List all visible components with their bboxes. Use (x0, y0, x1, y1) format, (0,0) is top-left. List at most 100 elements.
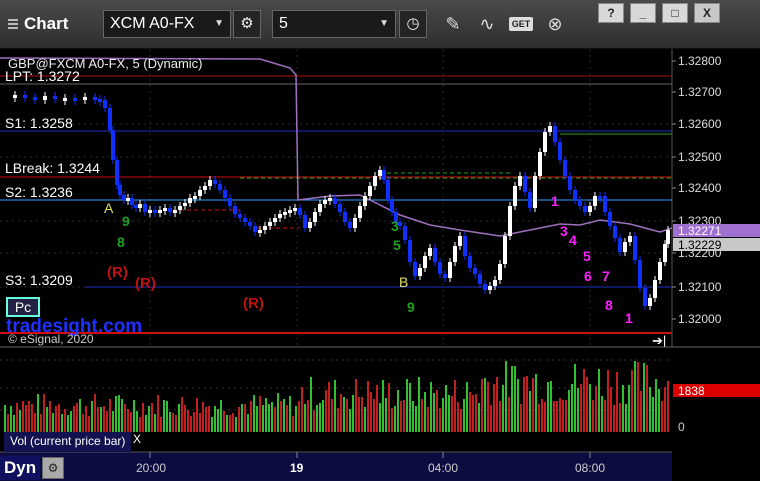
volume-bar (448, 395, 450, 432)
candle-body (613, 226, 617, 238)
volume-bar (625, 404, 627, 432)
close-circle-icon[interactable]: ⊗ (542, 12, 568, 36)
clock-button[interactable]: ◷ (399, 10, 427, 38)
volume-close-button[interactable]: X (133, 432, 141, 446)
minimize-button[interactable]: _ (630, 3, 656, 23)
chart-area[interactable]: LPT: 1.3272 S1: 1.3258 LBreak: 1.3244 S2… (0, 49, 760, 481)
candle-body (643, 288, 647, 306)
get-icon[interactable]: GET (509, 17, 533, 31)
candle-body (208, 180, 212, 186)
volume-bar (199, 413, 201, 432)
volume-bar (595, 386, 597, 432)
volume-bar (556, 401, 558, 432)
candle-body (115, 160, 119, 185)
chart-line-icon[interactable]: ∿ (474, 12, 500, 36)
interval-select[interactable]: 5 ▼ (272, 10, 396, 38)
volume-bar (97, 407, 99, 432)
candle-body (283, 212, 287, 215)
volume-bar (295, 406, 297, 432)
volume-bar (337, 408, 339, 432)
volume-bar (430, 382, 432, 432)
volume-bar (547, 382, 549, 432)
candle-body (278, 214, 282, 218)
gear-icon: ⚙ (240, 15, 254, 32)
volume-bar (163, 400, 165, 432)
volume-study-label[interactable]: Vol (current price bar) (4, 432, 132, 452)
window-title: Chart (8, 14, 68, 34)
volume-bar (160, 417, 162, 432)
candle-body (583, 206, 587, 212)
volume-bar (391, 408, 393, 432)
restore-button[interactable]: □ (662, 3, 688, 23)
volume-bar (130, 412, 132, 432)
volume-bar (349, 409, 351, 432)
volume-bar (511, 366, 513, 432)
volume-bar (124, 404, 126, 432)
volume-bar (79, 399, 81, 432)
volume-bar (643, 363, 645, 432)
help-button[interactable]: ? (598, 3, 624, 23)
interval-dropdown-icon[interactable]: ▼ (379, 11, 389, 37)
second-price-value: 1.32229 (678, 238, 722, 252)
volume-bar (187, 410, 189, 432)
candle-body (563, 160, 567, 176)
volume-bar (514, 366, 516, 432)
symbol-input[interactable]: XCM A0-FX ▼ (103, 10, 231, 38)
candle-body (666, 230, 670, 244)
volume-bar (619, 403, 621, 432)
volume-bar (496, 377, 498, 432)
volume-bar (262, 405, 264, 432)
dyn-settings-icon[interactable]: ⚙ (42, 457, 64, 479)
drag-grip-icon[interactable] (8, 18, 18, 31)
volume-bar (544, 402, 546, 432)
candle-body (363, 196, 367, 206)
chart-svg[interactable]: LPT: 1.3272 S1: 1.3258 LBreak: 1.3244 S2… (0, 49, 760, 481)
candle-body (228, 198, 232, 206)
volume-bar (535, 374, 537, 432)
volume-bar (52, 413, 54, 432)
candle-body (473, 268, 477, 274)
toolbar: Chart XCM A0-FX ▼ ⚙ 5 ▼ ◷ ✎ ∿ GET ⊗ ? _ □ … (0, 0, 760, 49)
price-label: 1.32100 (678, 280, 722, 294)
volume-bar (103, 406, 105, 432)
volume-bar (301, 387, 303, 432)
price-labels: 1.328001.327001.326001.325001.324001.323… (672, 54, 722, 326)
candle-body (103, 100, 107, 108)
volume-bar (400, 401, 402, 432)
volume-bar (394, 406, 396, 432)
volume-bar (121, 399, 123, 432)
interval-value: 5 (279, 15, 288, 32)
volume-bar (190, 416, 192, 432)
symbol-dropdown-icon[interactable]: ▼ (214, 11, 224, 37)
volume-bar (466, 382, 468, 432)
lbreak-label: LBreak: 1.3244 (5, 160, 100, 176)
volume-bar (148, 406, 150, 432)
candle-body (13, 95, 17, 98)
goto-end-icon[interactable]: ➔| (652, 333, 666, 348)
volume-bar (73, 406, 75, 432)
volume-bar (175, 415, 177, 432)
pc-box[interactable]: Pc (6, 297, 40, 317)
volume-bar (655, 379, 657, 432)
volume-bar (289, 396, 291, 432)
volume-bar (40, 414, 42, 432)
volume-bar (106, 411, 108, 432)
close-button[interactable]: X (694, 3, 720, 23)
candle-body (513, 186, 517, 206)
candle-body (433, 248, 437, 262)
volume-bar (409, 383, 411, 432)
dyn-label[interactable]: Dyn (0, 456, 40, 480)
count-9-green-2: 9 (407, 299, 415, 315)
volume-bar (100, 407, 102, 432)
volume-bar (421, 399, 423, 432)
settings-gear-button[interactable]: ⚙ (233, 10, 261, 38)
volume-bar (376, 385, 378, 432)
candle-body (43, 96, 47, 100)
pencil-icon[interactable]: ✎ (440, 12, 466, 36)
candle-body (23, 95, 27, 98)
volume-bar (223, 411, 225, 432)
volume-bar (613, 405, 615, 432)
volume-bar (55, 406, 57, 432)
count-7-magenta: 7 (602, 268, 610, 284)
candle-body (648, 298, 652, 306)
